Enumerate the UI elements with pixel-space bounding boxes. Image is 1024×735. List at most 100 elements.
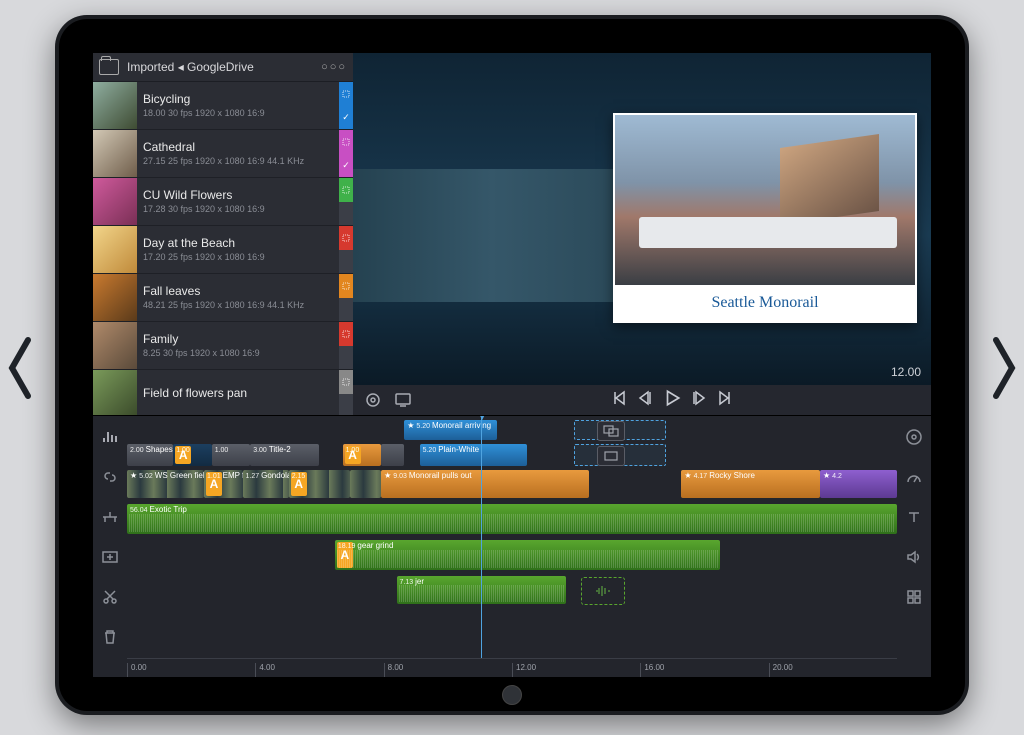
clip-metadata: 17.20 25 fps 1920 x 1080 16:9 (143, 251, 333, 263)
clip-title: Field of flowers pan (143, 386, 333, 401)
clip-metadata: 27.15 25 fps 1920 x 1080 16:9 44.1 KHz (143, 155, 333, 167)
library-more-button[interactable]: ○○○ (321, 61, 347, 73)
timeline-clip[interactable]: A1.01EMP fr… (204, 470, 243, 498)
timeline-clip[interactable]: 1.00 (212, 444, 251, 466)
library-clip-row[interactable]: CU Wild Flowers17.28 30 fps 1920 x 1080 … (93, 178, 353, 226)
timeline-clip[interactable]: 3.00Title-2 (250, 444, 319, 466)
effects-icon[interactable] (903, 586, 925, 608)
cut-tool-icon[interactable] (99, 586, 121, 608)
timeline-clip[interactable]: A2.15 (289, 470, 351, 498)
library-clip-row[interactable]: Family8.25 30 fps 1920 x 1080 16:9 (93, 322, 353, 370)
timeline-clip[interactable] (381, 444, 404, 466)
text-tool-icon[interactable] (903, 506, 925, 528)
clip-thumbnail (93, 274, 137, 321)
picture-in-picture-overlay[interactable]: Seattle Monorail (613, 113, 917, 323)
clip-title: Cathedral (143, 140, 333, 155)
timeline-clip[interactable]: ★4.17Rocky Shore (681, 470, 820, 498)
insert-overlay-button[interactable] (597, 421, 625, 441)
clip-thumbnail (93, 370, 137, 415)
timeline-clip[interactable]: ★9.03Monorail pulls out (381, 470, 589, 498)
clip-checked-icon[interactable] (339, 202, 353, 226)
library-list[interactable]: Bicycling18.00 30 fps 1920 x 1080 16:9✓C… (93, 82, 353, 415)
volume-icon[interactable] (903, 546, 925, 568)
timeline-clip[interactable]: 1.27Gondola (243, 470, 289, 498)
timeline-clip[interactable]: ★4.2 (820, 470, 897, 498)
levels-tool-icon[interactable] (99, 426, 121, 448)
ruler-tick: 0.00 (127, 663, 147, 677)
trash-tool-icon[interactable] (99, 626, 121, 648)
timeline[interactable]: ★5.20Monorail arriving2.00Shapes-fA1.001… (127, 416, 897, 677)
audio-effect-button[interactable] (581, 577, 625, 605)
clip-checked-icon[interactable]: ✓ (339, 106, 353, 130)
add-clip-tool-icon[interactable] (99, 546, 121, 568)
clip-checked-icon[interactable] (339, 346, 353, 370)
clip-color-tag[interactable] (339, 82, 353, 106)
marker-tool-icon[interactable] (99, 506, 121, 528)
library-clip-row[interactable]: Field of flowers pan (93, 370, 353, 415)
clip-checked-icon[interactable] (339, 394, 353, 416)
clip-color-tag[interactable] (339, 274, 353, 298)
preview-settings-icon[interactable] (361, 388, 385, 412)
right-tool-column (897, 416, 931, 677)
library-clip-row[interactable]: Fall leaves48.21 25 fps 1920 x 1080 16:9… (93, 274, 353, 322)
timeline-clip[interactable]: A1.00 (343, 444, 382, 466)
overlay-image (615, 115, 915, 285)
preview-controls (353, 385, 931, 415)
timeline-clip[interactable]: 5.20Plain-White (420, 444, 528, 466)
clip-thumbnail (93, 82, 137, 129)
clip-metadata: 48.21 25 fps 1920 x 1080 16:9 44.1 KHz (143, 299, 333, 311)
clip-checked-icon[interactable] (339, 250, 353, 274)
ruler-tick: 12.00 (512, 663, 536, 677)
clip-color-tag[interactable] (339, 130, 353, 154)
home-button[interactable] (502, 685, 522, 705)
speed-icon[interactable] (903, 466, 925, 488)
timeline-clip[interactable]: A18.19gear grind (335, 540, 720, 570)
step-forward-button[interactable] (691, 390, 707, 411)
overlay-caption: Seattle Monorail (615, 285, 915, 321)
timeline-clip[interactable]: ★5.20Monorail arriving (404, 420, 496, 440)
storage-icon[interactable] (903, 426, 925, 448)
go-to-start-button[interactable] (611, 390, 627, 411)
folder-icon[interactable] (99, 59, 119, 75)
timeline-clip[interactable]: 2.00Shapes-f (127, 444, 173, 466)
playhead[interactable] (481, 416, 482, 659)
clip-metadata: 8.25 30 fps 1920 x 1080 16:9 (143, 347, 333, 359)
carousel-next[interactable] (984, 328, 1024, 408)
timeline-clip[interactable] (350, 470, 381, 498)
clip-title: CU Wild Flowers (143, 188, 333, 203)
ruler-tick: 4.00 (255, 663, 275, 677)
clip-color-tag[interactable] (339, 178, 353, 202)
preview-timecode: 12.00 (891, 365, 921, 379)
breadcrumb[interactable]: Imported ◂ GoogleDrive (127, 60, 321, 74)
app-screen: Imported ◂ GoogleDrive ○○○ Bicycling18.0… (93, 53, 931, 677)
clip-checked-icon[interactable] (339, 298, 353, 322)
library-clip-row[interactable]: Day at the Beach17.20 25 fps 1920 x 1080… (93, 226, 353, 274)
clip-title: Day at the Beach (143, 236, 333, 251)
step-back-button[interactable] (637, 390, 653, 411)
preview-panel: Seattle Monorail 12.00 (353, 53, 931, 415)
ruler-tick: 16.00 (640, 663, 664, 677)
play-button[interactable] (663, 389, 681, 412)
link-tool-icon[interactable] (99, 466, 121, 488)
library-clip-row[interactable]: Bicycling18.00 30 fps 1920 x 1080 16:9✓ (93, 82, 353, 130)
carousel-prev[interactable] (0, 328, 40, 408)
timeline-clip[interactable]: 56.04Exotic Trip (127, 504, 897, 534)
timeline-clip[interactable]: ★5.02WS Green field (127, 470, 204, 498)
time-ruler[interactable]: 0.004.008.0012.0016.0020.0024. (127, 658, 897, 677)
library-clip-row[interactable]: Cathedral27.15 25 fps 1920 x 1080 16:9 4… (93, 130, 353, 178)
transport-controls (611, 389, 733, 412)
clip-metadata: 18.00 30 fps 1920 x 1080 16:9 (143, 107, 333, 119)
insert-clip-button[interactable] (597, 446, 625, 466)
preview-canvas[interactable]: Seattle Monorail 12.00 (353, 53, 931, 385)
left-tool-column (93, 416, 127, 677)
clip-color-tag[interactable] (339, 370, 353, 394)
timeline-clip[interactable]: A1.00 (173, 444, 212, 466)
clip-color-tag[interactable] (339, 322, 353, 346)
clip-color-tag[interactable] (339, 226, 353, 250)
go-to-end-button[interactable] (717, 390, 733, 411)
ruler-tick: 8.00 (384, 663, 404, 677)
tablet-frame: Imported ◂ GoogleDrive ○○○ Bicycling18.0… (55, 15, 969, 715)
preview-display-icon[interactable] (391, 388, 415, 412)
clip-title: Family (143, 332, 333, 347)
clip-checked-icon[interactable]: ✓ (339, 154, 353, 178)
